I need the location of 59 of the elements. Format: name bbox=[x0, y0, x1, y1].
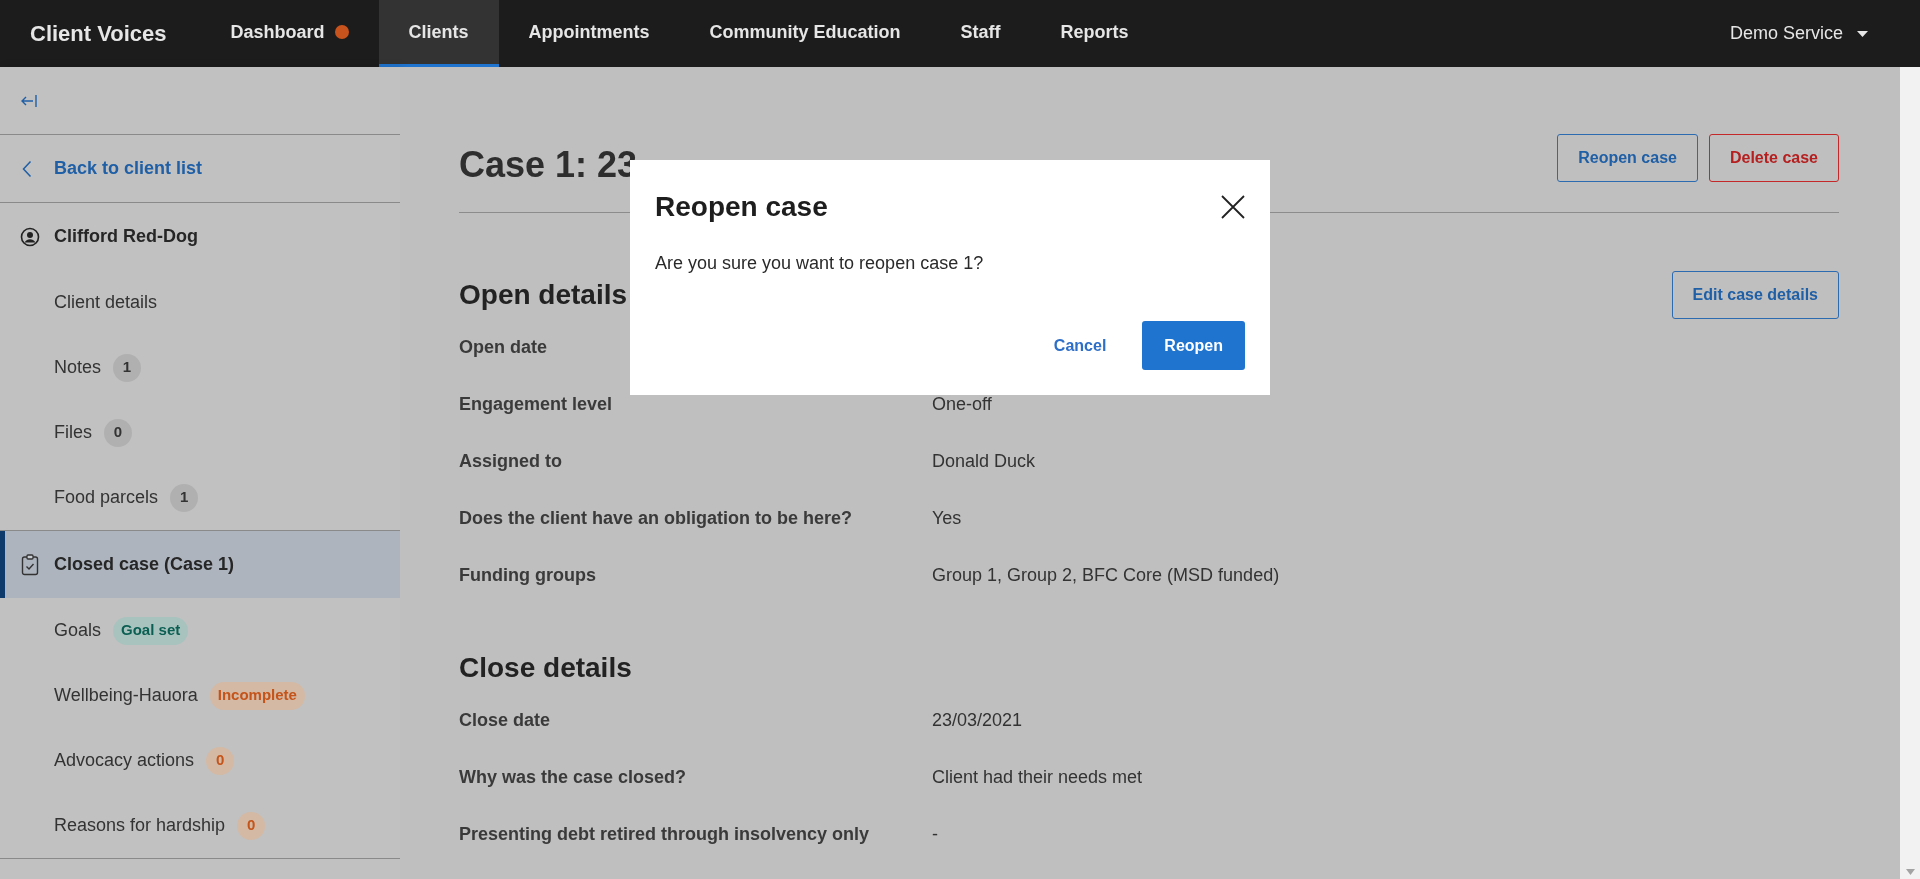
dialog-title: Reopen case bbox=[655, 190, 828, 224]
clipboard-check-icon bbox=[20, 553, 39, 576]
status-badge: Goal set bbox=[113, 616, 189, 645]
field-label: Why was the case closed? bbox=[459, 766, 688, 789]
sidebar-item[interactable]: Goals bbox=[54, 617, 102, 644]
account-menu[interactable]: Demo Service bbox=[1729, 20, 1868, 47]
sidebar-item[interactable]: Advocacy actions bbox=[54, 747, 195, 774]
sidebar-section-title: Clifford Red-Dog bbox=[54, 225, 198, 248]
field-value: One-off bbox=[932, 393, 992, 416]
nav-tab[interactable]: Clients bbox=[378, 0, 499, 67]
status-badge: 1 bbox=[113, 353, 142, 382]
nav-tab[interactable]: Staff bbox=[930, 0, 1031, 67]
field-value: Client had their needs met bbox=[932, 766, 1143, 789]
field-label: Open date bbox=[459, 336, 548, 359]
section-heading: Close details bbox=[459, 651, 632, 685]
field-label: Presenting debt retired through insolvency only bbox=[459, 823, 871, 846]
field-label: Assigned to bbox=[459, 450, 563, 473]
edit-button[interactable]: Edit case details bbox=[1671, 271, 1839, 319]
field-value: Yes bbox=[932, 507, 962, 530]
close-icon[interactable] bbox=[1221, 195, 1245, 219]
sidebar-item[interactable]: Food parcels bbox=[54, 484, 159, 511]
nav-tab[interactable]: Community Education bbox=[679, 0, 931, 67]
delete-button[interactable]: Delete case bbox=[1708, 134, 1839, 182]
section-heading: Open details bbox=[459, 278, 628, 312]
field-label: Engagement level bbox=[459, 393, 614, 416]
reopen-button[interactable]: Reopen case bbox=[1557, 134, 1698, 182]
sidebar-item[interactable]: Wellbeing-Hauora bbox=[54, 682, 198, 709]
nav-tab[interactable]: Reports bbox=[1030, 0, 1159, 67]
user-icon bbox=[19, 226, 40, 247]
sidebar-item[interactable]: Files bbox=[54, 419, 92, 446]
status-badge: Incomplete bbox=[209, 681, 305, 710]
scroll-down-icon[interactable] bbox=[1905, 869, 1915, 875]
dialog-message: Are you sure you want to reopen case 1? bbox=[655, 252, 985, 275]
status-badge: 0 bbox=[237, 811, 266, 840]
sidebar-section-title: Closed case (Case 1) bbox=[54, 553, 235, 576]
chevron-left-icon bbox=[22, 159, 32, 178]
brand-logo[interactable]: Client Voices bbox=[0, 17, 201, 50]
sidebar-item[interactable]: Notes bbox=[54, 354, 102, 381]
field-label: Funding groups bbox=[459, 564, 597, 587]
caret-icon bbox=[1857, 30, 1868, 37]
status-badge: 0 bbox=[206, 746, 235, 775]
status-badge: 0 bbox=[104, 418, 132, 447]
back-link[interactable]: Back to client list bbox=[54, 155, 203, 182]
collapse-sidebar-icon[interactable] bbox=[20, 92, 38, 109]
sidebar-section-header[interactable]: Closed case (Case 1) bbox=[0, 531, 400, 598]
field-label: Close date bbox=[459, 709, 552, 732]
sidebar-section-header[interactable]: Clifford Red-Dog bbox=[0, 203, 400, 270]
nav-tab[interactable]: Dashboard bbox=[200, 0, 379, 67]
sidebar-item[interactable]: Client details bbox=[54, 289, 158, 316]
field-value: - bbox=[932, 823, 938, 846]
field-label: Does the client have an obligation to be here? bbox=[459, 507, 854, 530]
confirm-button[interactable]: Reopen bbox=[1142, 321, 1245, 370]
status-badge: 1 bbox=[170, 483, 199, 512]
field-value: Group 1, Group 2, BFC Core (MSD funded) bbox=[932, 564, 1280, 587]
field-value: 23/03/2021 bbox=[932, 709, 1023, 732]
nav-tab[interactable]: Appointments bbox=[498, 0, 680, 67]
sidebar-item[interactable]: Reasons for hardship bbox=[54, 812, 226, 839]
field-value: Donald Duck bbox=[932, 450, 1036, 473]
cancel-button[interactable]: Cancel bbox=[1053, 333, 1107, 358]
